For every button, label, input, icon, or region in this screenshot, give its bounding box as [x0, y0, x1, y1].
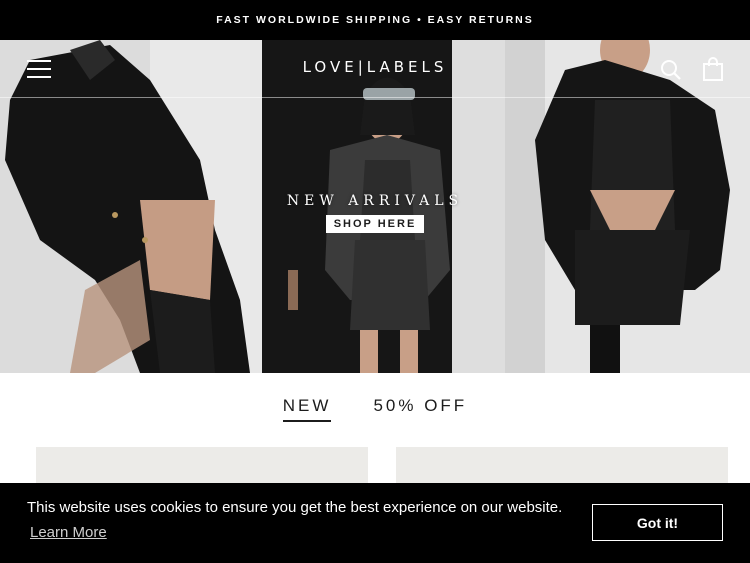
- hero-title: NEW ARRIVALS: [286, 193, 464, 209]
- hero-content: NEW ARRIVALS SHOP HERE: [0, 193, 750, 233]
- cookie-banner: This website uses cookies to ensure you …: [0, 483, 750, 563]
- tab-50-off[interactable]: 50% OFF: [373, 396, 467, 422]
- announcement-bar: FAST WORLDWIDE SHIPPING • EASY RETURNS: [0, 0, 750, 40]
- cookie-message: This website uses cookies to ensure you …: [27, 499, 563, 516]
- header-divider: [0, 97, 750, 98]
- got-it-button[interactable]: Got it!: [592, 504, 723, 541]
- store-logo[interactable]: LOVE|LABELS: [0, 58, 750, 76]
- learn-more-link[interactable]: Learn More: [30, 524, 107, 541]
- tab-new[interactable]: NEW: [282, 396, 332, 422]
- shopping-bag-icon[interactable]: [702, 57, 724, 81]
- search-icon[interactable]: [660, 59, 682, 81]
- announcement-text: FAST WORLDWIDE SHIPPING • EASY RETURNS: [216, 14, 534, 26]
- hero-banner[interactable]: LOVE|LABELS NEW ARRIVALS SHOP HERE: [0, 40, 750, 373]
- collection-tabs: NEW 50% OFF: [0, 396, 750, 422]
- shop-here-button[interactable]: SHOP HERE: [325, 215, 425, 233]
